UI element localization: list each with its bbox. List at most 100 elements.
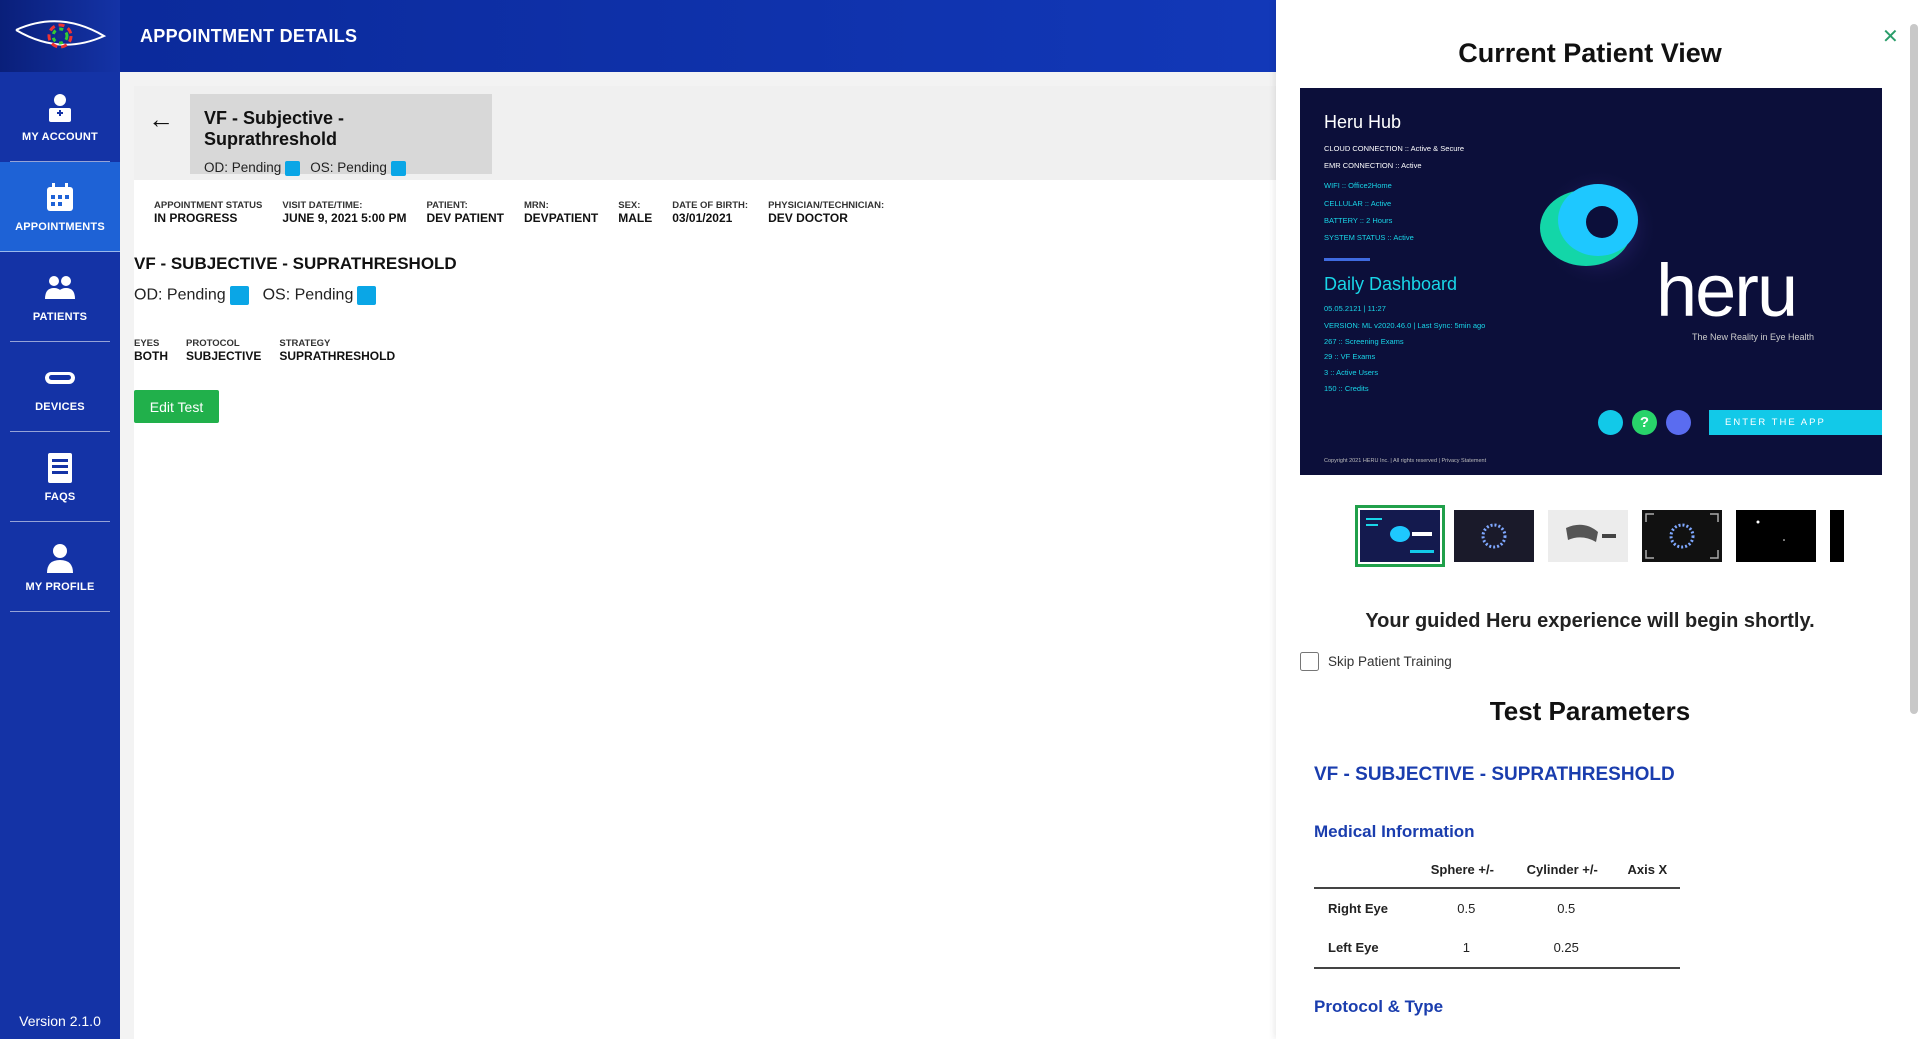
patient-view-preview: Heru Hub CLOUD CONNECTION :: Active & Se… (1300, 88, 1882, 475)
hub-status-line: BATTERY :: 2 Hours (1324, 216, 1393, 225)
hub-status-line: CELLULAR :: Active (1324, 199, 1392, 208)
sidebar-item-my-profile[interactable]: MY PROFILE (10, 522, 110, 612)
sidebar-item-devices[interactable]: DEVICES (10, 342, 110, 432)
protocol-type-title: Protocol & Type (1314, 997, 1444, 1016)
meta-value: DEV PATIENT (426, 211, 505, 225)
thumbnail-heru-logo-icon (1366, 518, 1434, 553)
od-status-text: OD: Pending (134, 286, 226, 304)
row-label: Right Eye (1328, 901, 1388, 916)
test-section-eye-status: OD: Pending OS: Pending (134, 286, 377, 305)
param-value: SUBJECTIVE (186, 349, 262, 363)
column-header: Sphere +/- (1414, 856, 1510, 889)
profile-icon (47, 543, 73, 573)
dashboard-line: 267 :: Screening Exams (1324, 337, 1404, 346)
dashboard-line: 05.05.2121 | 11:27 (1324, 304, 1386, 313)
thumbnail-dot-icon (1756, 520, 1785, 541)
thumbnail-target-icon (1645, 513, 1719, 559)
meta-label: VISIT DATE/TIME: (282, 200, 363, 211)
sidebar-item-label: FAQS (44, 490, 76, 503)
edit-test-button[interactable]: Edit Test (134, 390, 219, 423)
eye-logo-icon (15, 20, 107, 49)
skip-training-label: Skip Patient Training (1328, 654, 1452, 669)
os-status-indicator (357, 286, 377, 305)
test-card-title: VF - Subjective - Suprathreshold (204, 108, 345, 149)
od-status-indicator (229, 286, 249, 305)
patients-icon (45, 275, 75, 299)
column-header: Axis X (1614, 856, 1680, 889)
appointment-meta: APPOINTMENT STATUS IN PROGRESS VISIT DATE… (154, 200, 884, 225)
thumbnail-headset-icon (1566, 524, 1616, 542)
help-round-icon[interactable]: ? (1632, 410, 1657, 435)
sidebar-item-my-account[interactable]: MY ACCOUNT (10, 72, 110, 162)
param-eyes: EYES BOTH (134, 338, 168, 363)
cylinder-value: 0.5 (1557, 901, 1576, 916)
meta-physician: PHYSICIAN/TECHNICIAN: DEV DOCTOR (768, 200, 884, 225)
sphere-value: 0.5 (1457, 901, 1476, 916)
meta-label: APPOINTMENT STATUS (154, 200, 263, 211)
meta-value: JUNE 9, 2021 5:00 PM (282, 211, 407, 225)
medical-information-title: Medical Information (1314, 822, 1475, 841)
table-row: Right Eye 0.5 0.5 (1314, 888, 1680, 928)
hub-status-line: WIFI :: Office2Home (1324, 181, 1392, 190)
page-title: APPOINTMENT DETAILS (140, 25, 358, 46)
meta-label: MRN: (524, 200, 549, 211)
skip-training-option[interactable]: Skip Patient Training (1300, 652, 1452, 671)
meta-value: IN PROGRESS (154, 211, 238, 225)
sidebar-item-patients[interactable]: PATIENTS (10, 252, 110, 342)
app-logo[interactable] (0, 0, 120, 72)
thumbnail-dark-field[interactable] (1736, 510, 1816, 562)
os-status-text: OS: Pending (262, 286, 354, 304)
enter-app-button[interactable]: ENTER THE APP (1709, 410, 1882, 435)
test-parameters-title: Test Parameters (1489, 696, 1691, 726)
test-section-title: VF - SUBJECTIVE - SUPRATHRESHOLD (134, 254, 457, 273)
os-status: OS: Pending (263, 286, 377, 305)
settings-round-icon[interactable] (1598, 410, 1623, 435)
param-strategy: STRATEGY SUPRATHRESHOLD (279, 338, 395, 363)
test-card[interactable]: VF - Subjective - Suprathreshold OD: Pen… (190, 94, 492, 176)
od-status: OD: Pending (204, 160, 301, 176)
dashboard-line: 3 :: Active Users (1324, 368, 1379, 377)
param-label: STRATEGY (279, 338, 331, 349)
faq-icon (48, 452, 72, 483)
skip-training-checkbox[interactable] (1300, 652, 1319, 671)
account-icon (49, 93, 71, 122)
meta-patient: PATIENT: DEV PATIENT (426, 200, 504, 225)
test-header-strip: ← VF - Subjective - Suprathreshold OD: P… (134, 86, 1276, 180)
meta-mrn: MRN: DEVPATIENT (524, 200, 598, 225)
divider-bar (1324, 258, 1370, 261)
hub-status-line: CLOUD CONNECTION :: Active & Secure (1324, 144, 1465, 153)
thumbnail-eye-target[interactable] (1642, 510, 1722, 562)
param-value: BOTH (134, 349, 168, 363)
param-value: SUPRATHRESHOLD (279, 349, 396, 363)
table-header-row: Sphere +/- Cylinder +/- Axis X (1314, 856, 1680, 889)
panel-scrollbar[interactable] (1910, 24, 1918, 714)
cylinder-value: 0.25 (1509, 928, 1615, 969)
chat-round-icon[interactable] (1666, 410, 1691, 435)
thumbnail-partial[interactable] (1830, 510, 1844, 562)
meta-value: MALE (618, 211, 653, 225)
hub-status-line: EMR CONNECTION :: Active (1324, 161, 1422, 170)
meta-value: DEV DOCTOR (768, 211, 848, 225)
dashboard-line: 150 :: Credits (1324, 384, 1369, 393)
meta-label: SEX: (618, 200, 641, 211)
test-card-eye-status: OD: Pending OS: Pending (204, 160, 478, 176)
dashboard-title: Daily Dashboard (1324, 274, 1458, 294)
sidebar-item-faqs[interactable]: FAQS (10, 432, 110, 522)
back-arrow-icon[interactable]: ← (148, 104, 174, 135)
thumbnail-headset[interactable] (1548, 510, 1628, 562)
sidebar-item-appointments[interactable]: APPOINTMENTS (0, 162, 120, 252)
meta-dob: DATE OF BIRTH: 03/01/2021 (672, 200, 748, 225)
axis-value (1614, 928, 1680, 969)
medical-information-table: Sphere +/- Cylinder +/- Axis X Right Eye… (1314, 856, 1680, 969)
thumbnail-heru-hub[interactable] (1355, 505, 1445, 567)
od-status: OD: Pending (134, 286, 249, 305)
column-header (1314, 856, 1415, 889)
heru-tagline: The New Reality in Eye Health (1692, 332, 1815, 342)
thumbnail-ring-icon (1481, 523, 1507, 549)
thumbnail-eye-ring[interactable] (1454, 510, 1534, 562)
sidebar-item-label: MY ACCOUNT (22, 130, 98, 143)
od-status-indicator (285, 160, 301, 176)
dashboard-line: 29 :: VF Exams (1324, 352, 1376, 361)
param-label: PROTOCOL (186, 338, 240, 349)
heru-eye-graphic-icon (1538, 168, 1658, 288)
